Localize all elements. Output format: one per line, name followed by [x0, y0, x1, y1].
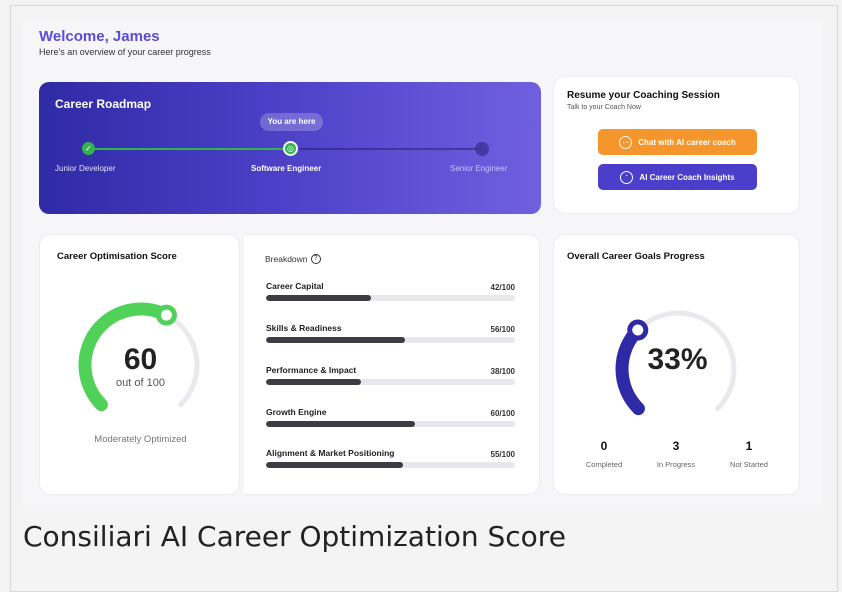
stat-label: Completed	[585, 460, 623, 469]
breakdown-bar	[266, 379, 515, 385]
you-are-here-badge: You are here	[260, 113, 323, 131]
roadmap-step-junior: Junior Developer	[55, 164, 116, 173]
breakdown-label: Growth Engine	[266, 407, 327, 417]
breakdown-label: Performance & Impact	[266, 365, 357, 375]
welcome-subtitle: Here's an overview of your career progre…	[39, 47, 211, 57]
breakdown-bar-fill	[266, 337, 406, 343]
breakdown-title: Breakdown	[265, 254, 308, 264]
career-roadmap-card: Career Roadmap You are here ✓ ◎ Junior D…	[39, 82, 541, 214]
optimisation-score-card: Career Optimisation Score 60 out of 100 …	[39, 234, 240, 495]
goals-progress-card: Overall Career Goals Progress 33% 0 Comp…	[553, 234, 800, 495]
breakdown-label: Alignment & Market Positioning	[266, 448, 395, 458]
breakdown-bar	[266, 337, 515, 343]
stat-value: 0	[600, 439, 608, 453]
goals-percent: 33%	[647, 343, 708, 376]
breakdown-card: Breakdown ? Career Capital 42/100 Skills…	[244, 234, 540, 495]
image-caption: Consiliari AI Career Optimization Score	[23, 520, 566, 553]
stat-value: 3	[672, 439, 680, 453]
roadmap-step-software: Software Engineer	[251, 164, 322, 173]
breakdown-bar	[266, 462, 515, 468]
coaching-card: Resume your Coaching Session Talk to you…	[553, 76, 800, 214]
breakdown-bar-fill	[266, 462, 403, 468]
optimisation-status: Moderately Optimized	[94, 434, 187, 445]
breakdown-bar-fill	[266, 421, 416, 427]
breakdown-label: Career Capital	[266, 281, 324, 291]
welcome-heading: Welcome, James	[39, 28, 160, 45]
optimisation-score-max: out of 100	[116, 377, 165, 389]
roadmap-track-completed	[89, 148, 291, 150]
check-icon: ✓	[82, 142, 95, 155]
breakdown-value: 38/100	[490, 367, 515, 376]
gauge-knob	[155, 304, 177, 326]
stat-label: In Progress	[656, 460, 696, 469]
stat-not-started: 1 Not Started	[709, 439, 789, 469]
breakdown-value: 60/100	[490, 409, 515, 418]
breakdown-header: Breakdown ?	[265, 254, 321, 264]
breakdown-bar	[266, 421, 515, 427]
breakdown-bar	[266, 295, 515, 301]
breakdown-bar-fill	[266, 379, 361, 385]
breakdown-bar-fill	[266, 295, 371, 301]
current-step-icon: ◎	[283, 141, 298, 156]
breakdown-label: Skills & Readiness	[266, 323, 342, 333]
insights-button-label: AI Career Coach Insights	[639, 172, 735, 182]
optimisation-score-value: 60	[123, 343, 158, 376]
chat-bubble-icon: …	[619, 135, 633, 149]
breakdown-value: 55/100	[490, 450, 515, 459]
roadmap-step-senior: Senior Engineer	[450, 164, 508, 173]
coaching-title: Resume your Coaching Session	[567, 90, 720, 101]
chat-with-coach-button[interactable]: … Chat with AI career coach	[598, 129, 757, 155]
chat-button-label: Chat with AI career coach	[638, 137, 736, 147]
stat-value: 1	[745, 439, 753, 453]
coach-insights-icon: ·	[620, 170, 634, 184]
stat-label: Not Started	[730, 460, 768, 469]
breakdown-value: 42/100	[490, 283, 515, 292]
stat-in-progress: 3 In Progress	[636, 439, 716, 469]
question-circle-icon[interactable]: ?	[310, 254, 321, 264]
stat-completed: 0 Completed	[564, 439, 644, 469]
upcoming-step-dot	[475, 142, 489, 156]
coach-insights-button[interactable]: · AI Career Coach Insights	[598, 164, 757, 190]
coaching-subtitle: Talk to your Coach Now	[567, 104, 641, 111]
goals-title: Overall Career Goals Progress	[567, 251, 705, 262]
roadmap-title: Career Roadmap	[55, 97, 152, 111]
breakdown-value: 56/100	[490, 325, 515, 334]
roadmap-track-remaining	[299, 148, 482, 150]
optimisation-title: Career Optimisation Score	[57, 251, 177, 262]
gauge-knob	[627, 319, 649, 341]
